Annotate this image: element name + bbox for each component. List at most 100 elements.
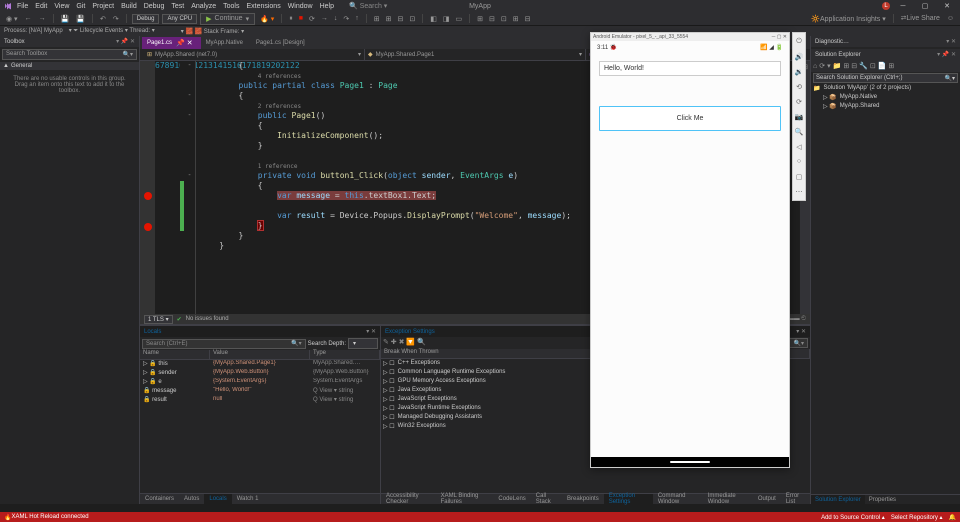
emu-navbar[interactable] [591,457,789,467]
restart-button[interactable]: ⟳ [307,14,317,24]
overview-icon[interactable]: ▢ [795,172,804,181]
back-button[interactable]: ◉ ▾ [4,14,20,24]
menu-window[interactable]: Window [288,3,313,10]
tab-properties[interactable]: Properties [865,495,900,504]
menu-test[interactable]: Test [171,3,184,10]
panel-tab[interactable]: Output [753,494,781,504]
toolbox-search[interactable]: Search Toolbox🔍▾ [2,49,137,60]
search-menu[interactable]: 🔍 Search ▾ [349,2,387,10]
menu-git[interactable]: Git [76,3,85,10]
show-next-button[interactable]: → [319,14,330,24]
platform-combo[interactable]: Any CPU [162,14,197,24]
more-icon[interactable]: ⋯ [795,187,804,196]
tool-icon[interactable]: ◧ [428,14,439,24]
tool-icon[interactable]: ⊟ [396,14,406,24]
step-out-button[interactable]: ↑ [353,14,361,24]
menu-build[interactable]: Build [121,3,137,10]
tool-icon[interactable]: ⊞ [511,14,521,24]
toolbox-category[interactable]: ▲General [0,62,139,70]
bell-icon[interactable]: 🔔 [949,514,956,521]
camera-icon[interactable]: 📷 [795,112,804,121]
menu-extensions[interactable]: Extensions [246,3,280,10]
emu-controls[interactable]: ─ ▢ ✕ [772,34,787,40]
live-share[interactable]: ⮂ Live Share [899,14,942,24]
menu-help[interactable]: Help [320,3,334,10]
panel-tab[interactable]: CodeLens [493,494,530,504]
zoom-icon[interactable]: 🔍 [795,127,804,136]
tool-icon[interactable]: ⊞ [372,14,382,24]
panel-tab[interactable]: Exception Settings [604,494,653,504]
tool-icon[interactable]: ⊞ [475,14,485,24]
emu-click-me-button[interactable]: Click Me [599,106,781,131]
doc-tab[interactable]: MyApp.Native [201,37,251,49]
emu-textbox[interactable]: Hello, World! [599,61,781,76]
continue-button[interactable]: ▶Continue▾ [200,13,255,25]
hot-reload-button[interactable]: 🔥 ▾ [258,14,276,24]
panel-tab[interactable]: Locals [204,494,231,504]
minimize-button[interactable]: ─ [894,0,912,12]
step-into-button[interactable]: ↓ [332,14,340,24]
undo-button[interactable]: ↶ [98,14,108,24]
select-repo[interactable]: Select Repository ▴ [891,514,943,521]
panel-tab[interactable]: Immediate Window [703,494,753,504]
add-source-control[interactable]: Add to Source Control ▴ [821,514,885,521]
panel-tab[interactable]: Autos [179,494,204,504]
locals-row[interactable]: ▷ 🔒 sender{MyApp.Web.Button}{MyApp.Web.B… [140,369,380,378]
tab-solution-explorer[interactable]: Solution Explorer [811,495,865,504]
tool-icon[interactable]: ⊟ [487,14,497,24]
menu-edit[interactable]: Edit [35,3,47,10]
rotate-right-icon[interactable]: ⟳ [795,97,804,106]
redo-button[interactable]: ↷ [111,14,121,24]
tool-icon[interactable]: ⊟ [523,14,533,24]
doc-tab[interactable]: Page1.cs [Design] [251,37,313,49]
pause-button[interactable]: ⏸ [287,14,295,24]
sln-project[interactable]: ▷ 📦MyApp.Native [811,93,960,102]
nav-fwd[interactable]: → [37,14,48,24]
power-icon[interactable]: ⏻ [795,37,804,46]
sln-project[interactable]: ▷ 📦MyApp.Shared [811,102,960,111]
save-button[interactable]: 💾 [59,14,72,24]
panel-tab[interactable]: Containers [140,494,179,504]
home-icon[interactable]: ⌂ [813,63,817,70]
menu-analyze[interactable]: Analyze [191,3,216,10]
stop-button[interactable]: ■ [297,14,305,24]
panel-tab[interactable]: Error List [781,494,810,504]
maximize-button[interactable]: ▢ [916,0,934,12]
tls-pill[interactable]: 1 TLS ▾ [144,315,173,324]
home-icon[interactable]: ○ [795,157,804,166]
step-over-button[interactable]: ↷ [341,14,351,24]
locals-row[interactable]: ▷ 🔒 e{System.EventArgs}System.EventArgs [140,378,380,387]
locals-row[interactable]: 🔒 message"Hello, World!"Q View ▾ string [140,387,380,396]
config-combo[interactable]: Debug [132,14,160,24]
locals-row[interactable]: ▷ 🔒 this{MyApp.Shared.Page1}MyApp.Shared… [140,360,380,369]
panel-tab[interactable]: Breakpoints [562,494,604,504]
panel-tab[interactable]: XAML Binding Failures [436,494,494,504]
close-button[interactable]: ✕ [938,0,956,12]
sync-icon[interactable]: ⟳ [819,62,825,70]
menu-project[interactable]: Project [92,3,114,10]
project-selector[interactable]: ⊞MyApp.Shared (net7.0)▾ [144,49,365,60]
class-selector[interactable]: ◆MyApp.Shared.Page1▾ [365,49,586,60]
app-insights[interactable]: 🔆 Application Insights ▾ [809,14,888,24]
menu-view[interactable]: View [54,3,69,10]
rotate-left-icon[interactable]: ⟲ [795,82,804,91]
volume-up-icon[interactable]: 🔊 [795,52,804,61]
feedback-icon[interactable]: ☺ [945,14,956,24]
locals-row[interactable]: 🔒 resultnullQ View ▾ string [140,396,380,405]
tool-icon[interactable]: ◨ [441,14,452,24]
menu-file[interactable]: File [17,3,28,10]
sln-search[interactable]: Search Solution Explorer (Ctrl+;)🔍▾ [813,73,958,83]
nav-back[interactable]: ← [23,14,34,24]
panel-tab[interactable]: Call Stack [531,494,562,504]
panel-tab[interactable]: Accessibility Checker [381,494,436,504]
panel-tab[interactable]: Watch 1 [232,494,264,504]
doc-tab[interactable]: Page1.cs📌 ✕ [142,37,201,49]
locals-search[interactable]: Search (Ctrl+E)🔍▾ [142,339,306,349]
tool-icon[interactable]: ▭ [454,14,465,24]
save-all-button[interactable]: 💾 [74,14,87,24]
tool-icon[interactable]: ⊞ [384,14,394,24]
menu-debug[interactable]: Debug [144,3,165,10]
volume-down-icon[interactable]: 🔉 [795,67,804,76]
user-badge[interactable]: L [882,2,890,10]
tool-icon[interactable]: ⊡ [407,14,417,24]
